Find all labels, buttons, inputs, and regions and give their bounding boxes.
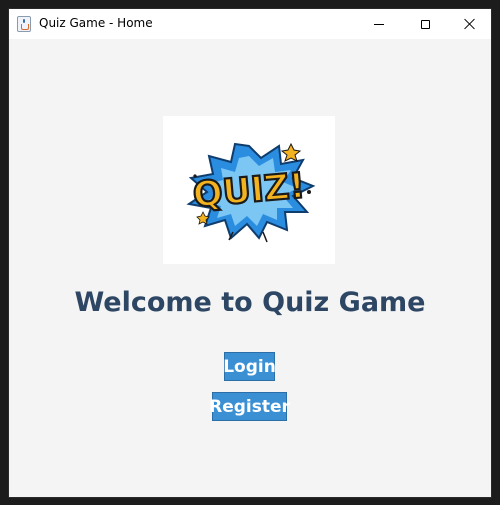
quiz-burst-icon: QUIZ! bbox=[186, 142, 316, 243]
maximize-icon bbox=[420, 19, 430, 29]
close-icon bbox=[464, 18, 476, 30]
java-app-icon bbox=[17, 16, 31, 32]
minimize-icon bbox=[374, 23, 384, 25]
title-bar[interactable]: Quiz Game - Home bbox=[9, 9, 491, 39]
app-window: Quiz Game - Home QUIZ! Welcome to Quiz G… bbox=[8, 8, 492, 498]
maximize-button[interactable] bbox=[402, 9, 448, 39]
quiz-logo-image: QUIZ! bbox=[163, 116, 335, 264]
register-button[interactable]: Register bbox=[209, 392, 290, 421]
login-button[interactable]: Login bbox=[223, 352, 276, 381]
welcome-heading: Welcome to Quiz Game bbox=[74, 287, 426, 318]
minimize-button[interactable] bbox=[356, 9, 402, 39]
close-button[interactable] bbox=[447, 9, 491, 39]
window-title: Quiz Game - Home bbox=[39, 16, 153, 30]
